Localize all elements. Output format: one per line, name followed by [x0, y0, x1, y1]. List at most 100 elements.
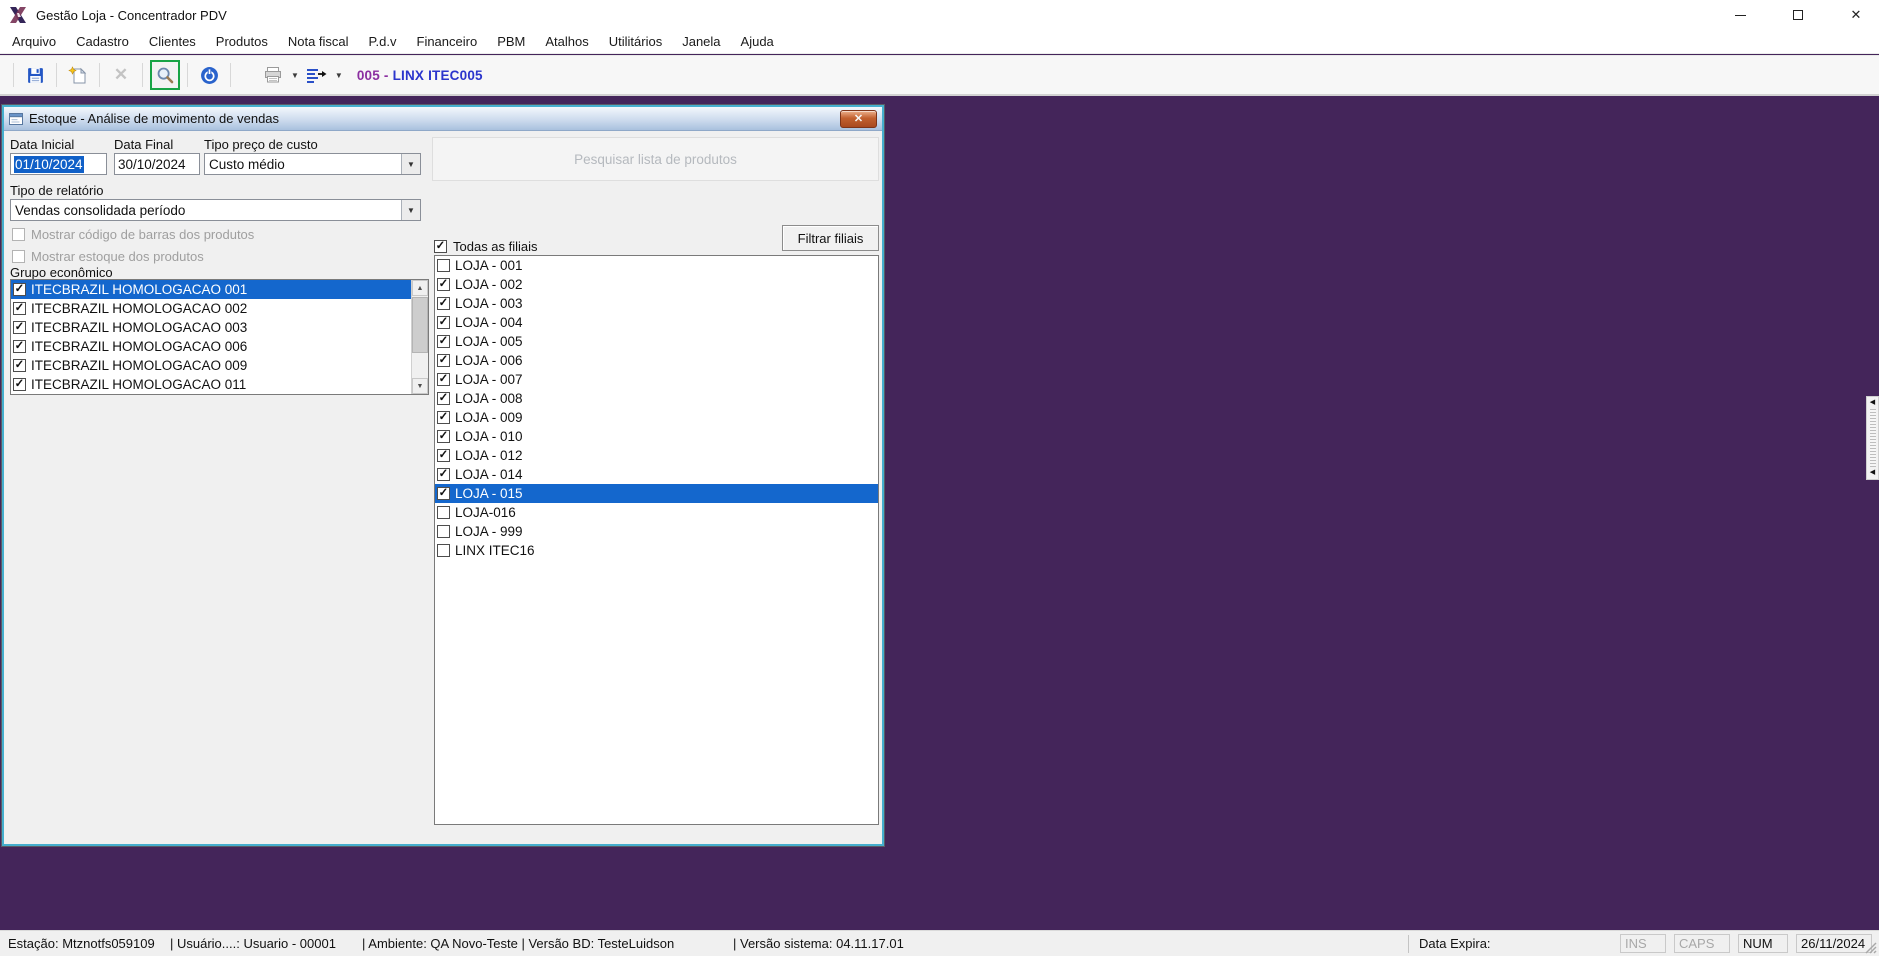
resize-grip[interactable] [1863, 940, 1877, 954]
data-final-input[interactable]: 30/10/2024 [114, 153, 200, 175]
list-item[interactable]: LOJA-016 [435, 503, 878, 522]
list-item[interactable]: ✓ LOJA - 005 [435, 332, 878, 351]
item-checkbox[interactable]: ✓ [437, 373, 450, 386]
menu-item-janela[interactable]: Janela [672, 32, 730, 51]
item-checkbox[interactable]: ✓ [13, 378, 26, 391]
tipo-preco-value: Custo médio [209, 156, 285, 172]
item-checkbox[interactable]: ✓ [13, 283, 26, 296]
list-item[interactable]: ✓ ITECBRAZIL HOMOLOGACAO 011 [11, 375, 411, 394]
dock-arrow-icon[interactable]: ◀ [1870, 399, 1875, 407]
dock-grip-handle[interactable] [1869, 409, 1876, 467]
list-item[interactable]: ✓ ITECBRAZIL HOMOLOGACAO 001 [11, 280, 411, 299]
maximize-icon[interactable] [1789, 6, 1807, 24]
tipo-relatorio-dropdown-button[interactable]: ▼ [401, 200, 420, 220]
power-icon [200, 66, 218, 84]
mdi-workspace: Estoque - Análise de movimento de vendas… [0, 96, 1879, 930]
item-checkbox[interactable]: ✓ [437, 411, 450, 424]
list-item[interactable]: ✓ LOJA - 002 [435, 275, 878, 294]
minimize-icon[interactable] [1731, 6, 1749, 24]
item-checkbox[interactable]: ✓ [437, 316, 450, 329]
item-checkbox[interactable]: ✓ [437, 392, 450, 405]
list-item[interactable]: ✓ LOJA - 006 [435, 351, 878, 370]
menu-item-utilit-rios[interactable]: Utilitários [599, 32, 672, 51]
data-inicial-value: 01/10/2024 [14, 155, 84, 173]
menu-item-atalhos[interactable]: Atalhos [535, 32, 598, 51]
tipo-preco-select[interactable]: Custo médio ▼ [204, 153, 421, 175]
item-checkbox[interactable]: ✓ [13, 340, 26, 353]
list-item[interactable]: ✓ LOJA - 014 [435, 465, 878, 484]
dock-splitter[interactable]: ◀ ◀ [1866, 396, 1879, 480]
search-button[interactable] [150, 60, 180, 90]
tipo-preco-dropdown-button[interactable]: ▼ [401, 154, 420, 174]
tipo-relatorio-select[interactable]: Vendas consolidada período ▼ [10, 199, 421, 221]
store-name: LINX ITEC005 [392, 67, 483, 83]
item-checkbox[interactable]: ✓ [437, 430, 450, 443]
list-item[interactable]: ✓ LOJA - 015 [435, 484, 878, 503]
delete-button[interactable]: ✕ [107, 61, 135, 89]
item-checkbox[interactable] [437, 525, 450, 538]
item-checkbox[interactable]: ✓ [13, 302, 26, 315]
list-item[interactable]: ✓ LOJA - 003 [435, 294, 878, 313]
item-checkbox[interactable]: ✓ [437, 354, 450, 367]
menu-item-arquivo[interactable]: Arquivo [2, 32, 66, 51]
menu-item-cadastro[interactable]: Cadastro [66, 32, 139, 51]
data-inicial-input[interactable]: 01/10/2024 [10, 153, 107, 175]
grupo-economico-listbox[interactable]: ✓ ITECBRAZIL HOMOLOGACAO 001 ✓ ITECBRAZIL H… [10, 279, 429, 395]
pesquisar-produtos-button[interactable]: Pesquisar lista de produtos [432, 137, 879, 181]
item-checkbox[interactable]: ✓ [437, 278, 450, 291]
power-button[interactable] [195, 61, 223, 89]
list-item[interactable]: ✓ ITECBRAZIL HOMOLOGACAO 009 [11, 356, 411, 375]
export-dropdown-icon[interactable]: ▼ [335, 71, 343, 80]
store-code: 005 - [356, 67, 393, 83]
item-checkbox[interactable] [437, 544, 450, 557]
active-store-label: 005 - LINX ITEC005 [357, 68, 483, 83]
item-checkbox[interactable]: ✓ [437, 487, 450, 500]
list-item[interactable]: LOJA - 001 [435, 256, 878, 275]
item-checkbox[interactable] [437, 259, 450, 272]
scrollbar-thumb[interactable] [412, 297, 428, 353]
menu-item-produtos[interactable]: Produtos [206, 32, 278, 51]
scroll-down-icon[interactable]: ▼ [412, 378, 428, 394]
save-button[interactable] [21, 61, 49, 89]
scroll-up-icon[interactable]: ▲ [412, 280, 428, 296]
todas-filiais-checkbox[interactable]: ✓ Todas as filiais [434, 239, 538, 254]
item-label: LOJA - 002 [455, 277, 523, 292]
new-file-button[interactable] [64, 61, 92, 89]
item-checkbox[interactable]: ✓ [437, 468, 450, 481]
menu-item-pbm[interactable]: PBM [487, 32, 535, 51]
item-checkbox[interactable]: ✓ [13, 359, 26, 372]
item-checkbox[interactable]: ✓ [13, 321, 26, 334]
item-checkbox[interactable] [437, 506, 450, 519]
filtrar-filiais-button[interactable]: Filtrar filiais [782, 225, 879, 251]
list-item[interactable]: LOJA - 999 [435, 522, 878, 541]
dialog-close-button[interactable]: ✕ [840, 109, 877, 128]
close-icon[interactable]: ✕ [1847, 6, 1865, 24]
dock-arrow-icon[interactable]: ◀ [1870, 469, 1875, 477]
list-item[interactable]: ✓ LOJA - 010 [435, 427, 878, 446]
menu-item-financeiro[interactable]: Financeiro [407, 32, 488, 51]
item-label: ITECBRAZIL HOMOLOGACAO 011 [31, 377, 247, 392]
list-item[interactable]: ✓ ITECBRAZIL HOMOLOGACAO 003 [11, 318, 411, 337]
grupo-scrollbar[interactable]: ▲ ▼ [411, 280, 428, 394]
list-item[interactable]: ✓ LOJA - 007 [435, 370, 878, 389]
list-item[interactable]: ✓ LOJA - 008 [435, 389, 878, 408]
item-checkbox[interactable]: ✓ [437, 297, 450, 310]
list-item[interactable]: ✓ ITECBRAZIL HOMOLOGACAO 006 [11, 337, 411, 356]
item-checkbox[interactable]: ✓ [437, 449, 450, 462]
menu-item-nota-fiscal[interactable]: Nota fiscal [278, 32, 359, 51]
checkbox-icon[interactable]: ✓ [434, 240, 447, 253]
export-list-button[interactable] [303, 61, 331, 89]
list-item[interactable]: ✓ LOJA - 012 [435, 446, 878, 465]
list-item[interactable]: ✓ LOJA - 009 [435, 408, 878, 427]
menu-item-p-d-v[interactable]: P.d.v [359, 32, 407, 51]
item-checkbox[interactable]: ✓ [437, 335, 450, 348]
menu-item-clientes[interactable]: Clientes [139, 32, 206, 51]
list-item[interactable]: ✓ LOJA - 004 [435, 313, 878, 332]
list-item[interactable]: ✓ ITECBRAZIL HOMOLOGACAO 002 [11, 299, 411, 318]
print-button[interactable] [259, 61, 287, 89]
filiais-listbox[interactable]: LOJA - 001 ✓ LOJA - 002 ✓ LOJA - 003 ✓ LOJA - … [434, 255, 879, 825]
print-dropdown-icon[interactable]: ▼ [291, 71, 299, 80]
menu-item-ajuda[interactable]: Ajuda [731, 32, 784, 51]
menu-bar[interactable]: Arquivo Cadastro Clientes Produtos Nota fisc… [0, 30, 1879, 54]
list-item[interactable]: LINX ITEC16 [435, 541, 878, 560]
